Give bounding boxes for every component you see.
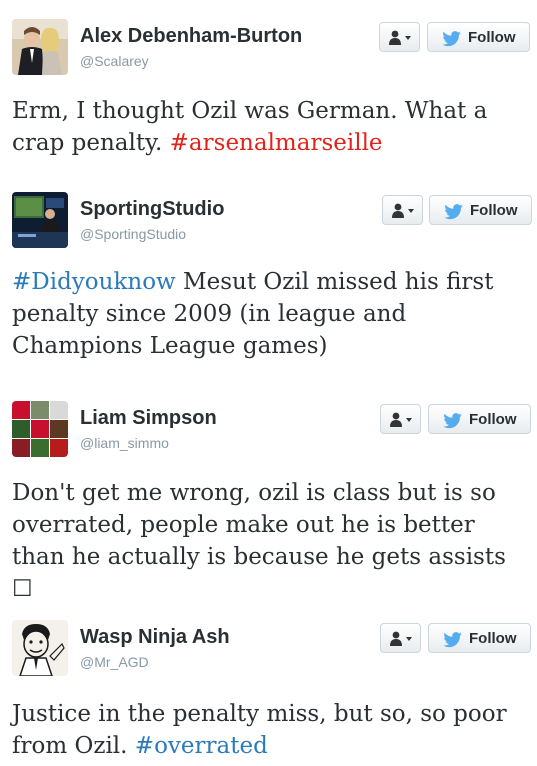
user-actions-button[interactable]: [380, 404, 421, 434]
user-handle[interactable]: @liam_simmo: [80, 435, 169, 451]
hashtag-link[interactable]: #overrated: [135, 733, 268, 759]
person-icon: [390, 412, 412, 427]
user-handle[interactable]: @Scalarey: [80, 53, 149, 69]
user-actions-button[interactable]: [380, 623, 421, 653]
avatar[interactable]: [12, 192, 68, 248]
twitter-bird-icon: [442, 31, 461, 47]
dropdown-caret-icon: [406, 418, 412, 422]
user-actions-button[interactable]: [382, 195, 423, 225]
avatar[interactable]: [12, 620, 68, 676]
dropdown-caret-icon: [408, 209, 414, 213]
follow-button[interactable]: Follow: [429, 195, 532, 225]
hashtag-link[interactable]: #Didyouknow: [12, 269, 176, 295]
hashtag-link[interactable]: #arsenalmarseille: [170, 130, 383, 156]
follow-label: Follow: [469, 630, 517, 647]
follow-label: Follow: [470, 202, 518, 219]
follow-label: Follow: [469, 411, 517, 428]
twitter-bird-icon: [443, 632, 462, 648]
twitter-bird-icon: [444, 204, 463, 220]
display-name[interactable]: Wasp Ninja Ash: [80, 626, 230, 649]
follow-button[interactable]: Follow: [428, 623, 531, 653]
user-handle[interactable]: @Mr_AGD: [80, 654, 149, 670]
tweet-text: #Didyouknow Mesut Ozil missed his first …: [12, 266, 527, 362]
display-name[interactable]: Alex Debenham-Burton: [80, 25, 302, 48]
follow-label: Follow: [468, 29, 516, 46]
person-icon: [390, 631, 412, 646]
display-name[interactable]: Liam Simpson: [80, 407, 217, 430]
person-icon: [389, 30, 411, 45]
follow-button[interactable]: Follow: [427, 22, 530, 52]
user-handle[interactable]: @SportingStudio: [80, 226, 186, 242]
dropdown-caret-icon: [406, 637, 412, 641]
person-icon: [392, 203, 414, 218]
twitter-bird-icon: [443, 413, 462, 429]
dropdown-caret-icon: [405, 36, 411, 40]
user-actions-button[interactable]: [379, 22, 420, 52]
avatar[interactable]: [12, 19, 68, 75]
follow-button[interactable]: Follow: [428, 404, 531, 434]
tweet-text: Don't get me wrong, ozil is class but is…: [12, 480, 506, 602]
tweet-text: Justice in the penalty miss, but so, so …: [12, 698, 527, 762]
tweet-text: Erm, I thought Ozil was German. What a c…: [12, 95, 527, 159]
avatar[interactable]: [12, 401, 68, 457]
display-name[interactable]: SportingStudio: [80, 198, 224, 221]
